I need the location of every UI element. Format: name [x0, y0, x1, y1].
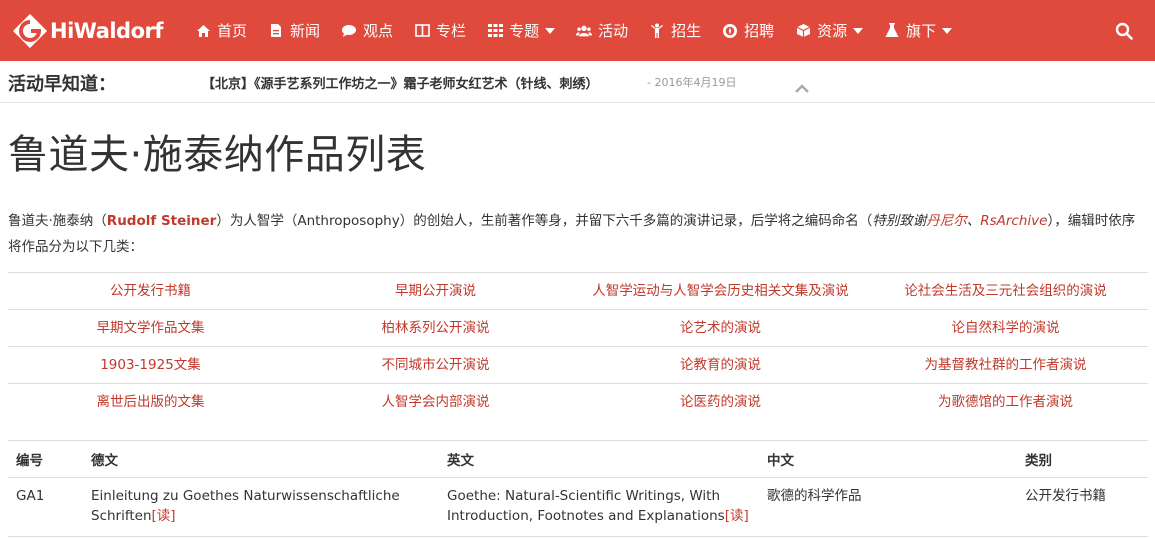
- search-icon: [1115, 22, 1133, 40]
- table-header-row: 编号 德文 英文 中文 类别: [8, 440, 1148, 478]
- category-link[interactable]: 公开发行书籍: [8, 273, 293, 309]
- site-logo[interactable]: HiWaldorf: [12, 0, 182, 61]
- category-row: 离世后出版的文集 人智学会内部演说 论医药的演说 为歌德馆的工作者演说: [8, 383, 1148, 420]
- nav-item-home[interactable]: 首页: [195, 0, 247, 61]
- chevron-down-icon: [545, 27, 556, 34]
- cell-chinese: 歌德的科学作品: [759, 477, 1017, 537]
- cell-german: Einleitung zu Goethes Naturwissenschaftl…: [83, 477, 439, 537]
- comment-icon: [341, 23, 357, 39]
- nav-item-label: 招生: [671, 22, 702, 40]
- ticker-date: - 2016年4月19日: [647, 76, 737, 89]
- category-link[interactable]: 论医药的演说: [578, 384, 863, 420]
- nav-item-label: 旗下: [906, 22, 937, 40]
- category-link[interactable]: 1903-1925文集: [8, 347, 293, 383]
- compass-icon: [722, 23, 738, 39]
- category-link[interactable]: 论自然科学的演说: [863, 310, 1148, 346]
- intro-text: ）为人智学（Anthroposophy）的创始人，生前著作等身，并留下六千多篇的…: [216, 213, 873, 229]
- col-header-id: 编号: [8, 440, 83, 478]
- read-german-link[interactable]: [读]: [152, 508, 176, 524]
- nav-item-column[interactable]: 专栏: [414, 0, 466, 61]
- nav-item-events[interactable]: 活动: [576, 0, 628, 61]
- flask-icon: [884, 23, 900, 39]
- intro-paragraph: 鲁道夫·施泰纳（Rudolf Steiner）为人智学（Anthroposoph…: [8, 208, 1148, 260]
- child-icon: [649, 23, 665, 39]
- grid-icon: [487, 23, 503, 39]
- intro-name-en: Rudolf Steiner: [106, 213, 217, 229]
- category-link[interactable]: 柏林系列公开演说: [293, 310, 578, 346]
- ticker-label: 活动早知道：: [8, 74, 116, 95]
- nav-item-topics[interactable]: 专题: [487, 0, 556, 61]
- read-english-link[interactable]: [读]: [725, 508, 749, 524]
- table-row: GA1 Einleitung zu Goethes Naturwissensch…: [8, 477, 1148, 537]
- english-title: Goethe: Natural-Scientific Writings, Wit…: [447, 488, 725, 524]
- category-link[interactable]: 人智学运动与人智学会历史相关文集及演说: [578, 273, 863, 309]
- nav-item-label: 专题: [509, 22, 540, 40]
- events-ticker: 活动早知道： 【北京】《源手艺系列工作坊之一》霜子老师女红艺术（针线、刺绣） -…: [0, 61, 1155, 103]
- nav-item-label: 首页: [217, 22, 248, 40]
- nav-item-label: 专栏: [436, 22, 467, 40]
- category-grid: 公开发行书籍 早期公开演说 人智学运动与人智学会历史相关文集及演说 论社会生活及…: [8, 272, 1148, 420]
- ticker-event-link[interactable]: 【北京】《源手艺系列工作坊之一》霜子老师女红艺术（针线、刺绣）: [202, 73, 599, 92]
- columns-icon: [414, 23, 430, 39]
- document-icon: [268, 23, 284, 39]
- col-header-german: 德文: [83, 440, 439, 478]
- category-row: 1903-1925文集 不同城市公开演说 论教育的演说 为基督教社群的工作者演说: [8, 346, 1148, 383]
- logo-text: HiWaldorf: [50, 18, 164, 43]
- nav-item-label: 招聘: [744, 22, 775, 40]
- intro-text: 鲁道夫·施泰纳（: [8, 213, 107, 229]
- intro-thanks: 特别致谢: [872, 213, 927, 229]
- col-header-chinese: 中文: [759, 440, 1017, 478]
- german-title: Einleitung zu Goethes Naturwissenschaftl…: [91, 488, 400, 524]
- page-title: 鲁道夫·施泰纳作品列表: [8, 132, 427, 178]
- ticker-scroll-up-button[interactable]: [794, 79, 810, 93]
- nav-item-opinion[interactable]: 观点: [341, 0, 393, 61]
- category-link[interactable]: 为歌德馆的工作者演说: [863, 384, 1148, 420]
- nav-item-news[interactable]: 新闻: [268, 0, 320, 61]
- nav-item-admission[interactable]: 招生: [649, 0, 701, 61]
- chevron-up-icon: [795, 84, 809, 93]
- col-header-category: 类别: [1017, 440, 1148, 478]
- category-link[interactable]: 早期文学作品文集: [8, 310, 293, 346]
- category-link[interactable]: 不同城市公开演说: [293, 347, 578, 383]
- home-icon: [195, 23, 211, 39]
- link-daniel[interactable]: 丹尼尔: [926, 213, 967, 229]
- nav-item-label: 观点: [363, 22, 394, 40]
- category-row: 早期文学作品文集 柏林系列公开演说 论艺术的演说 论自然科学的演说: [8, 309, 1148, 346]
- main-nav: 首页 新闻 观点 专栏 专题 活动 招生 招聘 资源 旗下: [195, 0, 973, 61]
- cell-category: 公开发行书籍: [1017, 477, 1148, 537]
- users-icon: [576, 23, 593, 39]
- cell-id: GA1: [8, 477, 83, 537]
- category-link[interactable]: 为基督教社群的工作者演说: [863, 347, 1148, 383]
- category-link[interactable]: 论教育的演说: [578, 347, 863, 383]
- nav-item-resources[interactable]: 资源: [795, 0, 864, 61]
- chevron-down-icon: [853, 27, 864, 34]
- col-header-english: 英文: [439, 440, 759, 478]
- nav-item-label: 新闻: [290, 22, 321, 40]
- cube-icon: [795, 23, 811, 39]
- category-link[interactable]: 早期公开演说: [293, 273, 578, 309]
- category-link[interactable]: 论社会生活及三元社会组织的演说: [863, 273, 1148, 309]
- cell-english: Goethe: Natural-Scientific Writings, Wit…: [439, 477, 759, 537]
- nav-item-label: 活动: [598, 22, 629, 40]
- category-link[interactable]: 论艺术的演说: [578, 310, 863, 346]
- link-rsarchive[interactable]: RsArchive: [980, 213, 1047, 229]
- nav-item-affiliates[interactable]: 旗下: [884, 0, 953, 61]
- category-link[interactable]: 人智学会内部演说: [293, 384, 578, 420]
- intro-separator: 、: [966, 213, 981, 229]
- category-link[interactable]: 离世后出版的文集: [8, 384, 293, 420]
- logo-mark-icon: [12, 13, 48, 49]
- category-row: 公开发行书籍 早期公开演说 人智学运动与人智学会历史相关文集及演说 论社会生活及…: [8, 272, 1148, 309]
- top-navbar: HiWaldorf 首页 新闻 观点 专栏 专题 活动 招生 招聘 资源 旗下: [0, 0, 1155, 61]
- nav-item-label: 资源: [817, 22, 848, 40]
- nav-item-jobs[interactable]: 招聘: [722, 0, 774, 61]
- search-button[interactable]: [1115, 22, 1133, 40]
- works-table: 编号 德文 英文 中文 类别 GA1 Einleitung zu Goethes…: [8, 440, 1148, 537]
- chevron-down-icon: [942, 27, 953, 34]
